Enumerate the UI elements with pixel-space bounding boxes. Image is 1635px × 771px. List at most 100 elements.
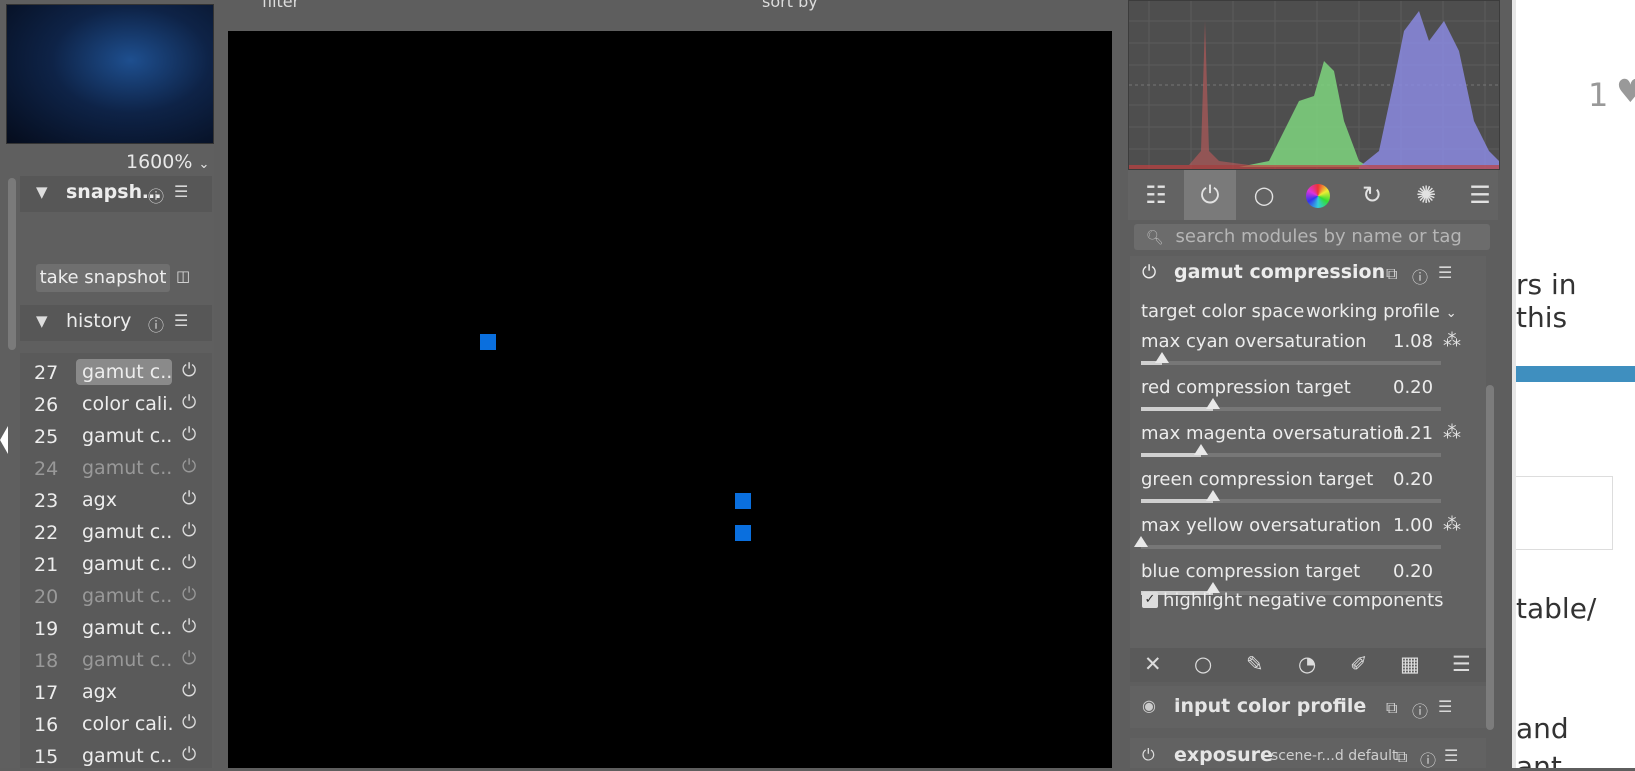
power-icon[interactable]: ⏻: [1142, 262, 1156, 283]
multi-instance-icon[interactable]: ⧉: [1386, 698, 1397, 718]
presets-menu-icon[interactable]: ☰: [174, 182, 188, 201]
snapshots-title: snapsh…: [66, 181, 162, 203]
split-view-icon[interactable]: ◫: [176, 267, 190, 285]
history-item[interactable]: 17 agx ⏻: [20, 677, 212, 707]
history-item-number: 23: [34, 490, 59, 512]
sliders-icon[interactable]: ☷: [1130, 170, 1182, 220]
reset-icon[interactable]: ⓘ: [1412, 698, 1428, 722]
history-item[interactable]: 20 gamut c... ⏻: [20, 581, 212, 611]
slider-knob[interactable]: [1155, 352, 1169, 363]
power-icon: ⏻: [182, 712, 197, 733]
slider-knob[interactable]: [1134, 536, 1148, 547]
menu-icon[interactable]: ☰: [1454, 170, 1506, 220]
power-icon[interactable]: ◉: [1142, 696, 1156, 715]
param-value[interactable]: 1.21: [1393, 423, 1433, 444]
param-value[interactable]: 0.20: [1393, 561, 1433, 582]
param-slider[interactable]: [1141, 398, 1441, 411]
raster-mask-icon[interactable]: ▦: [1400, 652, 1420, 676]
effects-icon[interactable]: ✺: [1400, 170, 1452, 220]
left-scrollbar[interactable]: [8, 178, 16, 350]
presets-menu-icon[interactable]: ☰: [1438, 263, 1452, 282]
search-icon: 🔍︎: [1146, 230, 1164, 246]
magic-wand-icon[interactable]: ⁂: [1443, 514, 1461, 535]
history-item-number: 25: [34, 426, 59, 448]
history-item[interactable]: 25 gamut c... ⏻: [20, 421, 212, 451]
history-item-number: 21: [34, 554, 59, 576]
presets-menu-icon[interactable]: ☰: [1444, 746, 1458, 765]
take-snapshot-button[interactable]: take snapshot: [36, 264, 170, 292]
reset-icon[interactable]: ⓘ: [1420, 747, 1436, 771]
heart-icon[interactable]: ♥: [1616, 72, 1635, 110]
magic-wand-icon[interactable]: ⁂: [1443, 330, 1461, 351]
drawn-mask-icon[interactable]: ✎: [1246, 652, 1264, 676]
power-icon: ⏻: [182, 456, 197, 477]
right-scrollbar[interactable]: [1486, 385, 1494, 730]
uniform-mask-icon[interactable]: ○: [1194, 652, 1212, 676]
history-item[interactable]: 15 gamut c... ⏻: [20, 741, 212, 771]
history-item[interactable]: 21 gamut c... ⏻: [20, 549, 212, 579]
power-icon[interactable]: ⏻: [1142, 745, 1155, 765]
history-item[interactable]: 22 gamut c... ⏻: [20, 517, 212, 547]
target-color-space-dropdown[interactable]: working profile ⌄: [1306, 301, 1457, 322]
multi-instance-icon[interactable]: ⧉: [1386, 264, 1397, 284]
gamut-module-header[interactable]: ⏻ gamut compression ⧉ ⓘ ☰: [1130, 256, 1486, 296]
collapse-left-arrow-icon[interactable]: [0, 426, 8, 454]
snapshots-header[interactable]: ▼ snapsh… ⓘ ☰: [20, 176, 212, 212]
reset-icon[interactable]: ⓘ: [1412, 264, 1428, 288]
navigation-thumbnail[interactable]: [6, 4, 214, 144]
param-value[interactable]: 0.20: [1393, 469, 1433, 490]
param-slider[interactable]: [1141, 352, 1441, 365]
color-wheel-icon[interactable]: [1292, 170, 1344, 220]
history-item[interactable]: 26 color cali... ⏻: [20, 389, 212, 419]
magic-wand-icon[interactable]: ⁂: [1443, 422, 1461, 443]
param-label: blue compression target: [1141, 561, 1361, 582]
history-item[interactable]: 18 gamut c... ⏻: [20, 645, 212, 675]
param-slider[interactable]: [1141, 490, 1441, 503]
filter-label[interactable]: filter: [262, 0, 299, 11]
history-item[interactable]: 19 gamut c... ⏻: [20, 613, 212, 643]
browser-text: rs in this: [1516, 268, 1577, 334]
circle-icon[interactable]: ○: [1238, 170, 1290, 220]
sort-label[interactable]: sort by: [762, 0, 818, 11]
input-color-profile-header[interactable]: ◉ input color profile ⧉ ⓘ ☰: [1130, 686, 1486, 728]
history-item[interactable]: 23 agx ⏻: [20, 485, 212, 515]
param-value[interactable]: 0.20: [1393, 377, 1433, 398]
search-placeholder: search modules by name or tag: [1175, 226, 1462, 247]
slider-knob[interactable]: [1206, 490, 1220, 501]
param-value[interactable]: 1.00: [1393, 515, 1433, 536]
parametric-mask-icon[interactable]: ◔: [1298, 652, 1316, 676]
module-search-input[interactable]: 🔍︎ search modules by name or tag: [1134, 224, 1490, 250]
info-icon[interactable]: ⓘ: [148, 183, 164, 207]
param-value[interactable]: 1.08: [1393, 331, 1433, 352]
highlight-negative-checkbox[interactable]: ✓: [1142, 592, 1158, 608]
histogram[interactable]: [1128, 0, 1500, 170]
power-icon: ⏻: [182, 360, 197, 381]
param-slider[interactable]: [1134, 536, 1441, 549]
info-icon[interactable]: ⓘ: [148, 312, 164, 336]
history-item-number: 26: [34, 394, 59, 416]
refresh-icon[interactable]: ↻: [1346, 170, 1398, 220]
power-icon: ⏻: [182, 744, 197, 765]
multi-instance-icon[interactable]: ⧉: [1396, 747, 1407, 767]
history-header[interactable]: ▼ history ⓘ ☰: [20, 305, 212, 341]
history-item[interactable]: 16 color cali... ⏻: [20, 709, 212, 739]
presets-menu-icon[interactable]: ☰: [1438, 697, 1452, 716]
power-icon: ⏻: [182, 552, 197, 573]
zoom-level[interactable]: 1600% ⌄: [126, 151, 209, 173]
history-item[interactable]: 27 gamut c... ⏻: [20, 357, 212, 387]
image-canvas[interactable]: [228, 31, 1112, 768]
power-icon[interactable]: ⏻: [1184, 170, 1236, 220]
slider-fill: [1141, 453, 1201, 457]
slider-knob[interactable]: [1206, 398, 1220, 409]
drawn-parametric-mask-icon[interactable]: ✐: [1350, 652, 1368, 676]
history-item-label: gamut c...: [82, 617, 172, 639]
exposure-header[interactable]: ⏻ exposure · scene-r...d default ⧉ ⓘ ☰: [1130, 738, 1486, 771]
slider-knob[interactable]: [1194, 444, 1208, 455]
presets-menu-icon[interactable]: ☰: [174, 311, 188, 330]
menu-icon[interactable]: ☰: [1452, 652, 1471, 676]
browser-text: and: [1516, 712, 1569, 745]
no-mask-icon[interactable]: ✕: [1144, 652, 1162, 676]
power-icon: ⏻: [182, 616, 197, 637]
history-item[interactable]: 24 gamut c... ⏻: [20, 453, 212, 483]
param-slider[interactable]: [1141, 444, 1441, 457]
